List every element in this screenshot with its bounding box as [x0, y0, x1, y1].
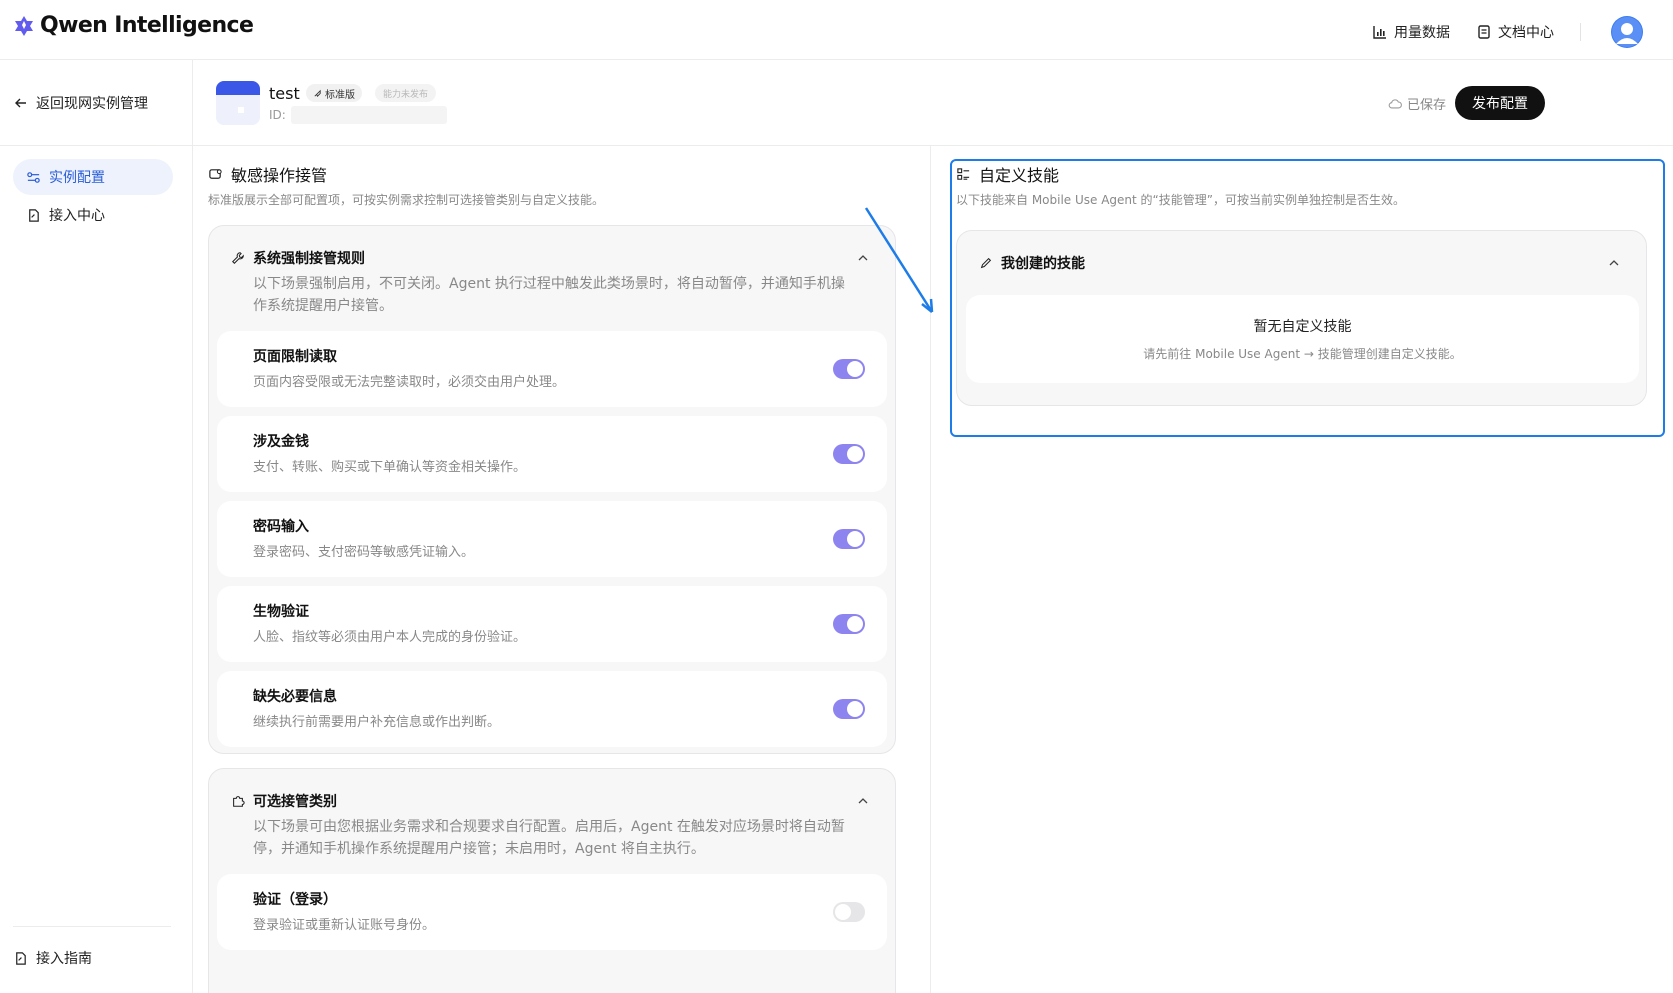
forced-rules-title: 系统强制接管规则 — [253, 251, 365, 267]
rule-row-biometric: 生物验证 人脸、指纹等必须由用户本人完成的身份验证。 — [217, 586, 887, 662]
custom-skills-title-text: 自定义技能 — [979, 166, 1060, 185]
top-nav-divider — [1580, 23, 1581, 41]
back-label: 返回现网实例管理 — [36, 96, 148, 112]
docs-center-label: 文档中心 — [1498, 25, 1554, 41]
brand-logo[interactable]: Qwen Intelligence — [12, 13, 254, 38]
my-skills-card: 我创建的技能 暂无自定义技能 请先前往 Mobile Use Agent → 技… — [956, 230, 1647, 406]
sidebar-bottom-divider — [13, 926, 171, 927]
rule-row-password: 密码输入 登录密码、支付密码等敏感凭证输入。 — [217, 501, 887, 577]
settings-sliders-icon — [27, 171, 40, 183]
docs-center-link[interactable]: 文档中心 — [1476, 22, 1554, 42]
sidebar-item-instance-config[interactable]: 实例配置 — [13, 159, 173, 195]
cloud-icon — [1388, 98, 1402, 108]
rule-desc: 继续执行前需要用户补充信息或作出判断。 — [253, 715, 501, 730]
rule-toggle[interactable] — [833, 614, 865, 634]
sensitive-ops-desc: 标准版展示全部可配置项，可按实例需求控制可选接管类别与自定义技能。 — [208, 193, 605, 207]
rule-title: 生物验证 — [253, 604, 309, 620]
rule-toggle[interactable] — [833, 444, 865, 464]
bar-chart-icon — [1373, 26, 1386, 39]
sensitive-ops-title: 敏感操作接管 — [208, 162, 327, 186]
empty-skills-title: 暂无自定义技能 — [1253, 319, 1352, 335]
forced-rules-header: 系统强制接管规则 — [231, 248, 365, 268]
optional-rules-desc: 以下场景可由您根据业务需求和合规要求自行配置。启用后，Agent 在触发对应场景… — [253, 819, 845, 857]
rule-row-login-verify: 验证（登录） 登录验证或重新认证账号身份。 — [217, 874, 887, 950]
chevron-up-icon[interactable] — [857, 252, 869, 264]
custom-skills-title: 自定义技能 — [956, 162, 1059, 186]
rule-title: 页面限制读取 — [253, 349, 337, 365]
user-avatar[interactable] — [1611, 16, 1643, 48]
sidebar-divider — [0, 145, 193, 146]
save-status: 已保存 — [1388, 94, 1446, 113]
optional-rules-card: 可选接管类别 以下场景可由您根据业务需求和合规要求自行配置。启用后，Agent … — [208, 768, 896, 993]
rule-title: 缺失必要信息 — [253, 689, 337, 705]
rule-title: 涉及金钱 — [253, 434, 309, 450]
rocket-icon — [314, 89, 321, 97]
qwen-logo-icon — [15, 15, 33, 36]
rule-title: 验证（登录） — [253, 892, 337, 908]
rule-toggle[interactable] — [833, 902, 865, 922]
unpublished-badge: 能力未发布 — [375, 84, 437, 102]
arrow-left-icon — [15, 98, 26, 108]
instance-id-value-masked — [291, 106, 447, 124]
usage-data-link[interactable]: 用量数据 — [1372, 22, 1450, 42]
rule-row-missing-info: 缺失必要信息 继续执行前需要用户补充信息或作出判断。 — [217, 671, 887, 747]
instance-header: test 标准版 能力未发布 ID: 已保存 发布配置 — [193, 60, 1673, 146]
sidebar-item-label: 接入中心 — [49, 208, 105, 224]
empty-skills-state: 暂无自定义技能 请先前往 Mobile Use Agent → 技能管理创建自定… — [966, 295, 1639, 383]
empty-skills-desc: 请先前往 Mobile Use Agent → 技能管理创建自定义技能。 — [1143, 347, 1462, 361]
my-skills-title: 我创建的技能 — [1001, 256, 1085, 272]
sidebar: 返回现网实例管理 实例配置 接入中心 接入指南 — [0, 60, 193, 993]
rule-desc: 页面内容受限或无法完整读取时，必须交由用户处理。 — [253, 375, 566, 390]
brand-name: Qwen Intelligence — [40, 13, 254, 38]
pen-icon — [980, 257, 992, 269]
my-skills-header: 我创建的技能 — [979, 253, 1085, 273]
access-guide-link[interactable]: 接入指南 — [13, 948, 92, 968]
sensitive-ops-panel: 敏感操作接管 标准版展示全部可配置项，可按实例需求控制可选接管类别与自定义技能。… — [193, 146, 931, 993]
document-icon — [1478, 25, 1490, 39]
chevron-up-icon[interactable] — [1608, 257, 1620, 269]
rule-desc: 登录密码、支付密码等敏感凭证输入。 — [253, 545, 475, 560]
top-nav: 用量数据 文档中心 — [1372, 16, 1643, 48]
rule-row-money: 涉及金钱 支付、转账、购买或下单确认等资金相关操作。 — [217, 416, 887, 492]
chevron-up-icon[interactable] — [857, 795, 869, 807]
standard-edition-label: 标准版 — [325, 89, 355, 101]
sidebar-item-label: 实例配置 — [49, 170, 105, 186]
guide-doc-icon — [16, 951, 26, 965]
rule-desc: 人脸、指纹等必须由用户本人完成的身份验证。 — [253, 630, 527, 645]
rule-title: 密码输入 — [253, 519, 309, 535]
rule-desc: 支付、转账、购买或下单确认等资金相关操作。 — [253, 460, 527, 475]
rule-row-page-restricted: 页面限制读取 页面内容受限或无法完整读取时，必须交由用户处理。 — [217, 331, 887, 407]
optional-rules-header: 可选接管类别 — [231, 791, 337, 811]
rule-toggle[interactable] — [833, 359, 865, 379]
device-icon — [216, 81, 260, 125]
rule-toggle[interactable] — [833, 529, 865, 549]
user-icon — [1612, 17, 1642, 47]
wrench-icon — [232, 252, 244, 264]
back-to-instances-link[interactable]: 返回现网实例管理 — [14, 93, 148, 113]
instance-icon — [216, 81, 260, 125]
sidebar-item-access-center[interactable]: 接入中心 — [13, 197, 173, 233]
forced-rules-card: 系统强制接管规则 以下场景强制启用，不可关闭。Agent 执行过程中触发此类场景… — [208, 225, 896, 754]
rule-desc: 登录验证或重新认证账号身份。 — [253, 918, 436, 933]
publish-config-button[interactable]: 发布配置 — [1455, 86, 1545, 120]
sensitive-ops-title-text: 敏感操作接管 — [231, 166, 328, 185]
puzzle-icon — [233, 796, 245, 807]
file-link-icon — [29, 208, 39, 222]
access-guide-label: 接入指南 — [36, 951, 92, 967]
instance-name: test — [269, 84, 300, 103]
forced-rules-desc: 以下场景强制启用，不可关闭。Agent 执行过程中触发此类场景时，将自动暂停，并… — [253, 276, 845, 314]
optional-rules-title: 可选接管类别 — [253, 794, 337, 810]
skills-list-icon — [957, 167, 970, 180]
custom-skills-panel: 自定义技能 以下技能来自 Mobile Use Agent 的“技能管理”，可按… — [931, 146, 1673, 993]
usage-data-label: 用量数据 — [1394, 25, 1450, 41]
instance-id-label: ID: — [269, 108, 286, 122]
chat-bubble-icon — [209, 168, 222, 179]
rule-toggle[interactable] — [833, 699, 865, 719]
custom-skills-desc: 以下技能来自 Mobile Use Agent 的“技能管理”，可按当前实例单独… — [956, 193, 1405, 207]
top-bar: Qwen Intelligence 用量数据 文档中心 — [0, 0, 1673, 60]
save-status-label: 已保存 — [1406, 98, 1446, 113]
standard-edition-badge: 标准版 — [306, 84, 362, 102]
